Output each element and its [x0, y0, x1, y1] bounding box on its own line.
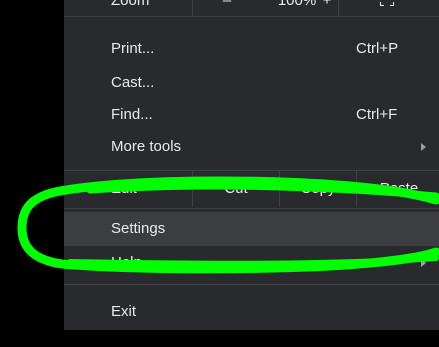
cast-label: Cast... — [111, 74, 155, 91]
edit-divider — [192, 171, 193, 207]
print-label: Print... — [111, 40, 155, 57]
zoom-row: Zoom – 100% + — [64, 0, 439, 16]
menu-item-print[interactable]: Print... Ctrl+P — [64, 32, 439, 66]
menu-item-help[interactable]: Help — [64, 246, 439, 280]
zoom-label: Zoom — [111, 0, 150, 9]
menu-separator — [64, 208, 439, 209]
more-tools-label: More tools — [111, 138, 182, 155]
menu-separator — [64, 284, 439, 285]
copy-button[interactable]: Copy — [288, 171, 348, 207]
edit-label: Edit — [111, 180, 137, 197]
browser-context-menu: Zoom – 100% + Print... Ctrl+P Cast... Fi… — [64, 0, 439, 330]
edit-row: Edit Cut Copy Paste — [64, 171, 439, 207]
menu-item-find[interactable]: Find... Ctrl+F — [64, 98, 439, 132]
help-label: Help — [111, 254, 142, 271]
edit-divider — [279, 171, 280, 207]
cut-button[interactable]: Cut — [206, 171, 266, 207]
menu-item-cast[interactable]: Cast... — [64, 66, 439, 100]
print-shortcut: Ctrl+P — [356, 40, 399, 57]
menu-item-settings[interactable]: Settings — [64, 212, 439, 246]
zoom-out-button[interactable]: – — [192, 0, 262, 16]
menu-item-exit[interactable]: Exit — [64, 295, 439, 329]
menu-separator — [64, 16, 439, 17]
submenu-arrow-icon — [421, 143, 426, 151]
settings-label: Settings — [111, 220, 166, 237]
edit-divider — [356, 171, 357, 207]
submenu-arrow-icon — [421, 259, 426, 267]
zoom-divider — [338, 0, 339, 16]
find-label: Find... — [111, 106, 153, 123]
zoom-in-button[interactable]: + — [292, 0, 362, 16]
exit-label: Exit — [111, 303, 137, 320]
menu-item-more-tools[interactable]: More tools — [64, 130, 439, 164]
paste-button[interactable]: Paste — [369, 171, 429, 207]
fullscreen-icon[interactable] — [380, 0, 394, 6]
find-shortcut: Ctrl+F — [356, 106, 398, 123]
